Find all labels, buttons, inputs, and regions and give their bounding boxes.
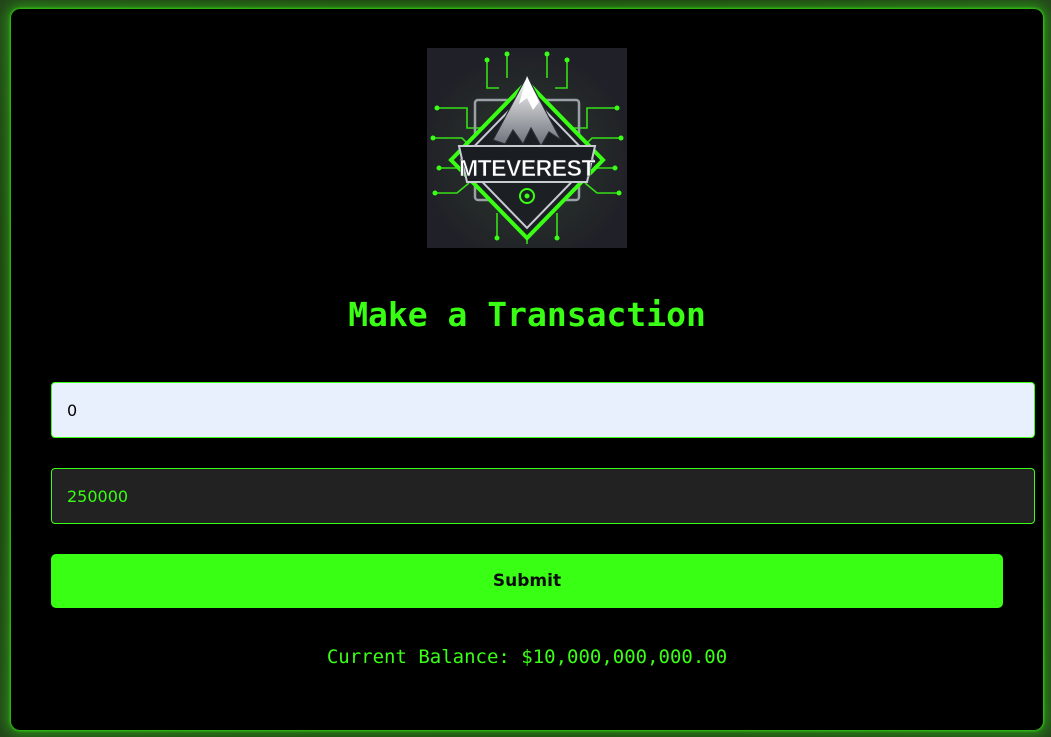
page-title: Make a Transaction bbox=[348, 295, 706, 334]
submit-button[interactable]: Submit bbox=[51, 554, 1003, 608]
recipient-input[interactable] bbox=[51, 382, 1035, 438]
current-balance: Current Balance: $10,000,000,000.00 bbox=[326, 646, 728, 668]
amount-input[interactable] bbox=[51, 468, 1035, 524]
mteverest-logo: MTEVEREST bbox=[427, 48, 627, 248]
svg-text:MTEVEREST: MTEVEREST bbox=[459, 155, 596, 181]
transaction-card: MTEVEREST Make a Transaction Submit Curr… bbox=[11, 9, 1043, 730]
